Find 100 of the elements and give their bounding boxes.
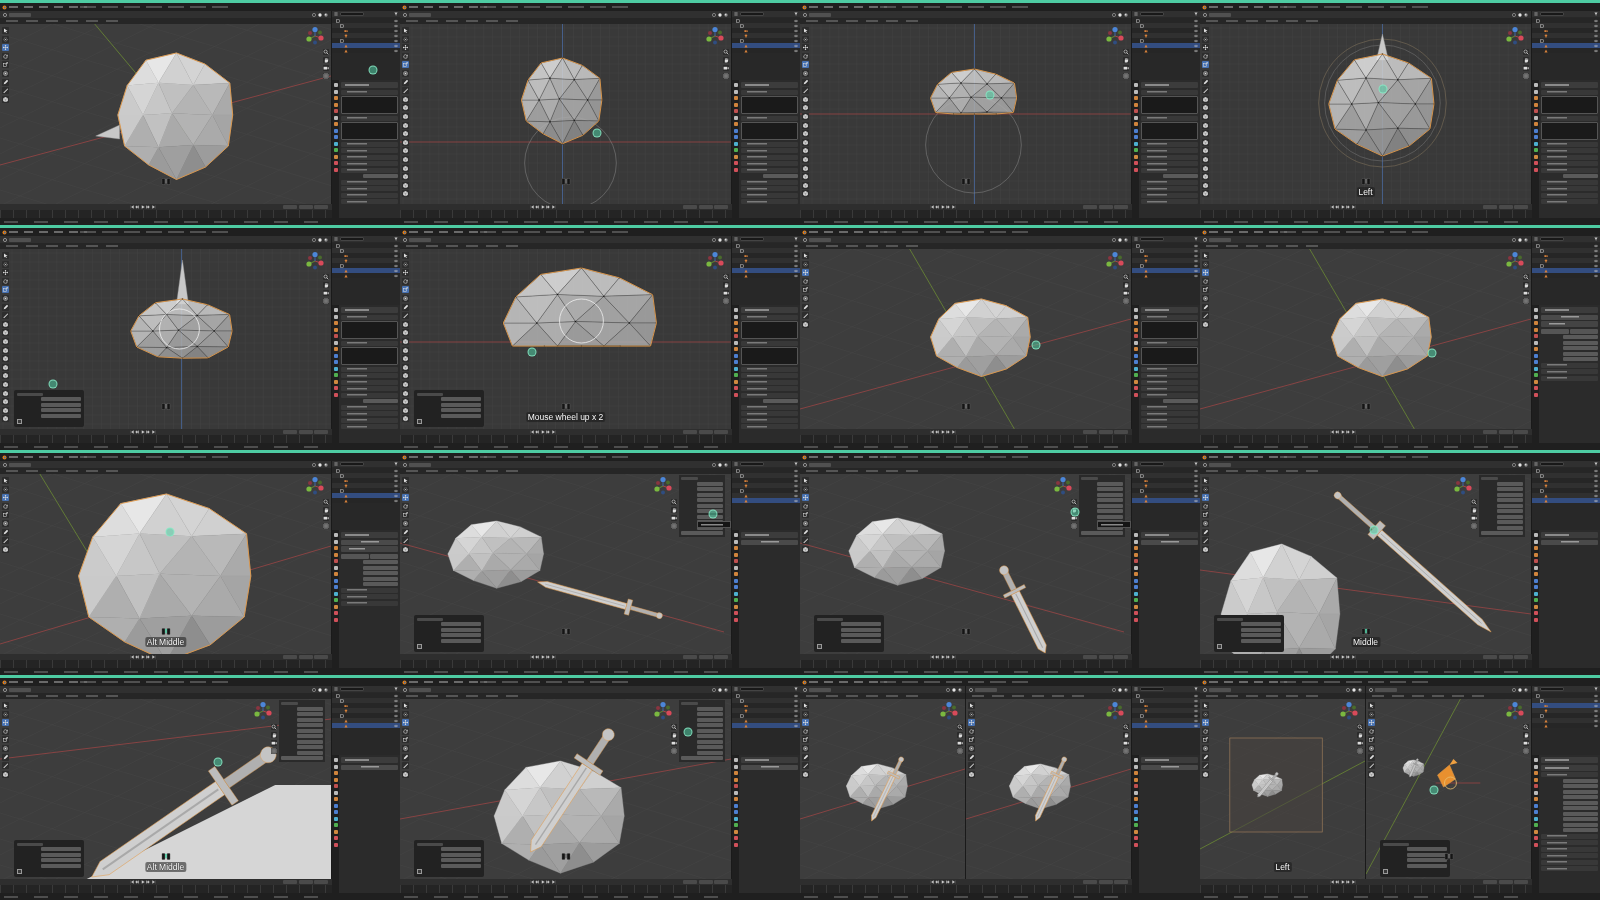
section-header[interactable]	[1541, 167, 1598, 173]
outliner-row[interactable]	[1532, 248, 1600, 253]
input-field[interactable]	[696, 745, 723, 749]
checkbox[interactable]	[417, 419, 422, 424]
rotate-icon[interactable]	[802, 52, 809, 60]
toggle-button[interactable]	[341, 553, 369, 559]
cube-icon[interactable]	[402, 173, 409, 181]
solid-sphere-icon[interactable]	[1518, 687, 1522, 692]
input-field[interactable]	[1562, 822, 1598, 827]
eye-icon[interactable]	[1594, 48, 1598, 53]
rotate-icon[interactable]	[802, 727, 809, 735]
section-header[interactable]	[741, 404, 798, 410]
eye-icon[interactable]	[1594, 38, 1598, 43]
eye-icon[interactable]	[1594, 713, 1598, 718]
navigation-gizmo[interactable]	[305, 476, 325, 496]
dropdown-button[interactable]	[1541, 539, 1598, 545]
scale-icon[interactable]	[1202, 511, 1209, 519]
scale-icon[interactable]	[968, 736, 975, 744]
camera-icon[interactable]	[1123, 290, 1129, 296]
input-field[interactable]	[1562, 811, 1598, 816]
eye-icon[interactable]	[1194, 698, 1198, 703]
solid-sphere-icon[interactable]	[718, 687, 722, 692]
viewport[interactable]	[1200, 249, 1531, 429]
input-field[interactable]	[1562, 778, 1598, 783]
camera-icon[interactable]	[1123, 65, 1129, 71]
cube-icon[interactable]	[2, 398, 9, 406]
cube-icon[interactable]	[802, 130, 809, 138]
cube-icon[interactable]	[1202, 545, 1209, 553]
cube-icon[interactable]	[2, 337, 9, 345]
cube-icon[interactable]	[402, 138, 409, 146]
camera-icon[interactable]	[671, 515, 677, 521]
shaded-sphere-icon[interactable]	[324, 12, 328, 17]
eye-icon[interactable]	[394, 263, 398, 268]
scale-icon[interactable]	[2, 736, 9, 744]
dropdown-field[interactable]	[441, 638, 481, 643]
zoom-icon[interactable]	[1357, 724, 1363, 730]
section-header[interactable]	[341, 594, 398, 599]
move-icon[interactable]	[402, 719, 409, 727]
cube-icon[interactable]	[402, 389, 409, 397]
section-header[interactable]	[1141, 89, 1198, 95]
section-header[interactable]	[1141, 404, 1198, 410]
section-header[interactable]	[1141, 154, 1198, 160]
move-icon[interactable]	[802, 719, 809, 727]
input-field[interactable]	[696, 492, 723, 497]
input-field[interactable]	[1162, 399, 1198, 403]
input-field[interactable]	[1241, 622, 1281, 626]
input-field[interactable]	[1496, 520, 1523, 524]
section-header[interactable]	[1141, 379, 1198, 385]
editor-type-icon[interactable]	[3, 462, 7, 467]
input-field[interactable]	[296, 723, 323, 727]
dropdown-button[interactable]	[1541, 314, 1598, 320]
section-header[interactable]	[1541, 840, 1598, 845]
section-header[interactable]	[1541, 866, 1598, 871]
eye-icon[interactable]	[1194, 28, 1198, 33]
viewport[interactable]	[0, 24, 331, 204]
input-field[interactable]	[1562, 806, 1598, 810]
logo-icon[interactable]	[1202, 454, 1207, 460]
viewport[interactable]	[0, 249, 331, 429]
logo-icon[interactable]	[402, 4, 407, 10]
cube-icon[interactable]	[402, 337, 409, 345]
cube-icon[interactable]	[402, 130, 409, 138]
eye-icon[interactable]	[394, 483, 398, 488]
section-header[interactable]	[1541, 186, 1598, 191]
dropdown-field[interactable]	[441, 863, 481, 868]
grid-icon[interactable]	[1123, 298, 1129, 304]
hand-icon[interactable]	[1123, 732, 1129, 738]
hand-icon[interactable]	[1523, 282, 1529, 288]
eye-icon[interactable]	[1594, 273, 1598, 278]
eye-icon[interactable]	[794, 253, 798, 258]
eye-icon[interactable]	[394, 723, 398, 728]
section-header[interactable]	[741, 373, 798, 378]
cube-icon[interactable]	[402, 181, 409, 189]
viewport[interactable]: Alt Middle	[0, 699, 331, 879]
input-field[interactable]	[41, 847, 81, 851]
dropdown-button[interactable]	[341, 539, 398, 545]
eye-icon[interactable]	[1594, 718, 1598, 723]
cube-icon[interactable]	[402, 190, 409, 198]
scale-icon[interactable]	[1202, 61, 1209, 69]
cube-icon[interactable]	[802, 181, 809, 189]
shaded-sphere-icon[interactable]	[1524, 462, 1528, 467]
logo-icon[interactable]	[802, 4, 807, 10]
cube-icon[interactable]	[402, 329, 409, 337]
cube-icon[interactable]	[402, 770, 409, 778]
eye-icon[interactable]	[394, 273, 398, 278]
viewport[interactable]: Alt Middle	[0, 474, 331, 654]
eye-icon[interactable]	[1194, 33, 1198, 38]
eye-icon[interactable]	[394, 698, 398, 703]
select-icon[interactable]	[1202, 27, 1209, 34]
camera-icon[interactable]	[957, 740, 963, 746]
section-header[interactable]	[741, 179, 798, 185]
pencil-icon[interactable]	[1202, 78, 1209, 86]
zoom-icon[interactable]	[323, 49, 329, 55]
playback-button[interactable]	[1329, 205, 1334, 209]
eye-icon[interactable]	[1194, 23, 1198, 28]
move-icon[interactable]	[402, 269, 409, 277]
select-icon[interactable]	[402, 477, 409, 484]
input-field[interactable]	[1407, 852, 1447, 857]
ruler-icon[interactable]	[1368, 762, 1375, 770]
scale-icon[interactable]	[1202, 286, 1209, 294]
cube-icon[interactable]	[2, 346, 9, 354]
